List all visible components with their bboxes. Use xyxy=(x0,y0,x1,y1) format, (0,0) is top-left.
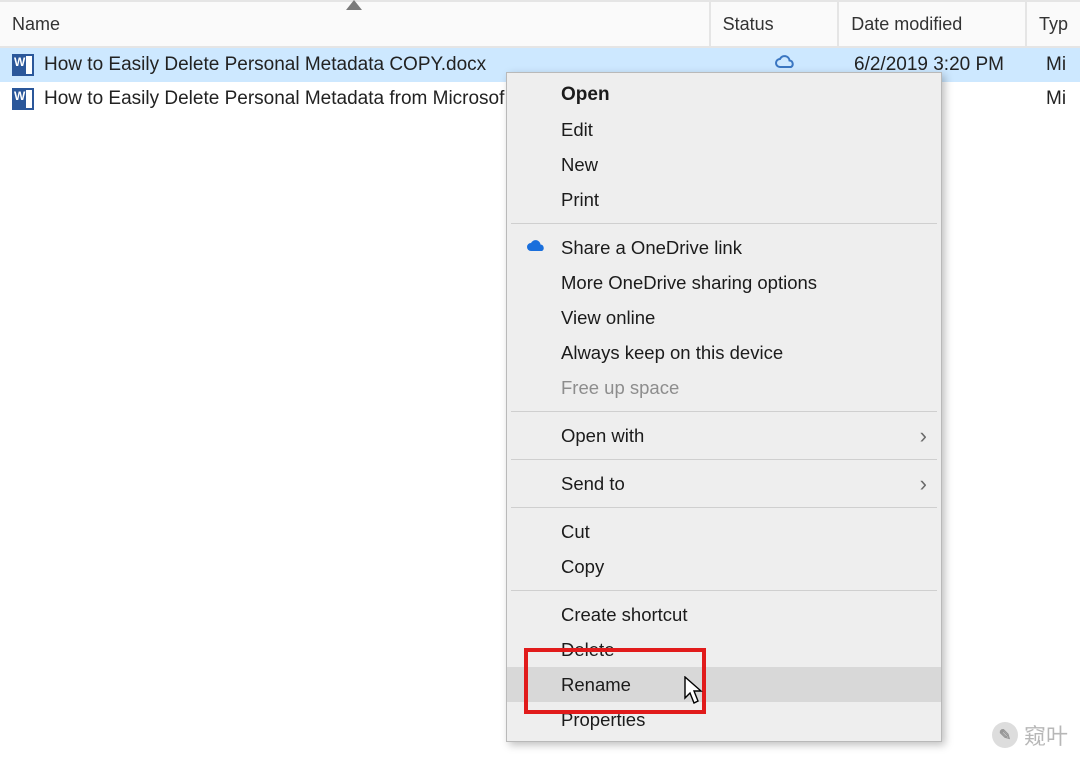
word-doc-icon xyxy=(12,88,34,110)
menu-share-link-label: Share a OneDrive link xyxy=(561,237,742,259)
menu-open-with[interactable]: Open with › xyxy=(507,418,941,453)
menu-properties-label: Properties xyxy=(561,709,645,731)
file-name: How to Easily Delete Personal Metadata C… xyxy=(44,54,486,76)
chevron-right-icon: › xyxy=(920,423,927,449)
column-header-status[interactable]: Status xyxy=(711,2,840,46)
menu-delete-label: Delete xyxy=(561,639,614,661)
watermark: ✎ 窥叶 xyxy=(992,719,1068,751)
menu-cut-label: Cut xyxy=(561,521,590,543)
menu-rename-label: Rename xyxy=(561,674,631,696)
menu-create-shortcut[interactable]: Create shortcut xyxy=(507,597,941,632)
column-header-row: Name Status Date modified Typ xyxy=(0,0,1080,48)
menu-shortcut-label: Create shortcut xyxy=(561,604,687,626)
menu-free-space-label: Free up space xyxy=(561,377,679,399)
menu-separator xyxy=(511,459,937,460)
menu-separator xyxy=(511,507,937,508)
watermark-icon: ✎ xyxy=(992,722,1018,748)
menu-more-share-label: More OneDrive sharing options xyxy=(561,272,817,294)
menu-rename[interactable]: Rename xyxy=(507,667,941,702)
column-header-date-label: Date modified xyxy=(851,14,962,35)
menu-view-online-label: View online xyxy=(561,307,655,329)
onedrive-cloud-icon xyxy=(525,237,547,259)
file-type: Mi xyxy=(1046,54,1066,76)
column-header-date[interactable]: Date modified xyxy=(839,2,1027,46)
menu-copy[interactable]: Copy xyxy=(507,549,941,584)
menu-keep-label: Always keep on this device xyxy=(561,342,783,364)
menu-separator xyxy=(511,411,937,412)
word-doc-icon xyxy=(12,54,34,76)
menu-more-onedrive-sharing[interactable]: More OneDrive sharing options xyxy=(507,265,941,300)
menu-open-with-label: Open with xyxy=(561,425,644,447)
menu-edit[interactable]: Edit xyxy=(507,112,941,147)
column-header-type[interactable]: Typ xyxy=(1027,2,1080,46)
menu-send-to[interactable]: Send to › xyxy=(507,466,941,501)
menu-open[interactable]: Open xyxy=(507,77,941,112)
watermark-text: 窥叶 xyxy=(1024,719,1068,751)
menu-print[interactable]: Print xyxy=(507,182,941,217)
menu-share-onedrive-link[interactable]: Share a OneDrive link xyxy=(507,230,941,265)
sort-ascending-icon xyxy=(346,0,362,10)
menu-new-label: New xyxy=(561,154,598,176)
menu-send-to-label: Send to xyxy=(561,473,625,495)
file-type: Mi xyxy=(1046,88,1066,110)
menu-separator xyxy=(511,223,937,224)
menu-free-up-space: Free up space xyxy=(507,370,941,405)
menu-open-label: Open xyxy=(561,84,610,106)
menu-print-label: Print xyxy=(561,189,599,211)
column-header-type-label: Typ xyxy=(1039,14,1068,35)
menu-edit-label: Edit xyxy=(561,119,593,141)
column-header-name[interactable]: Name xyxy=(0,2,711,46)
column-header-status-label: Status xyxy=(723,14,774,35)
menu-view-online[interactable]: View online xyxy=(507,300,941,335)
menu-copy-label: Copy xyxy=(561,556,604,578)
chevron-right-icon: › xyxy=(920,471,927,497)
file-name: How to Easily Delete Personal Metadata f… xyxy=(44,88,504,110)
context-menu: Open Edit New Print Share a OneDrive lin… xyxy=(506,72,942,742)
menu-always-keep-on-device[interactable]: Always keep on this device xyxy=(507,335,941,370)
menu-new[interactable]: New xyxy=(507,147,941,182)
menu-separator xyxy=(511,590,937,591)
menu-cut[interactable]: Cut xyxy=(507,514,941,549)
menu-delete[interactable]: Delete xyxy=(507,632,941,667)
menu-properties[interactable]: Properties xyxy=(507,702,941,737)
column-header-name-label: Name xyxy=(12,14,60,35)
